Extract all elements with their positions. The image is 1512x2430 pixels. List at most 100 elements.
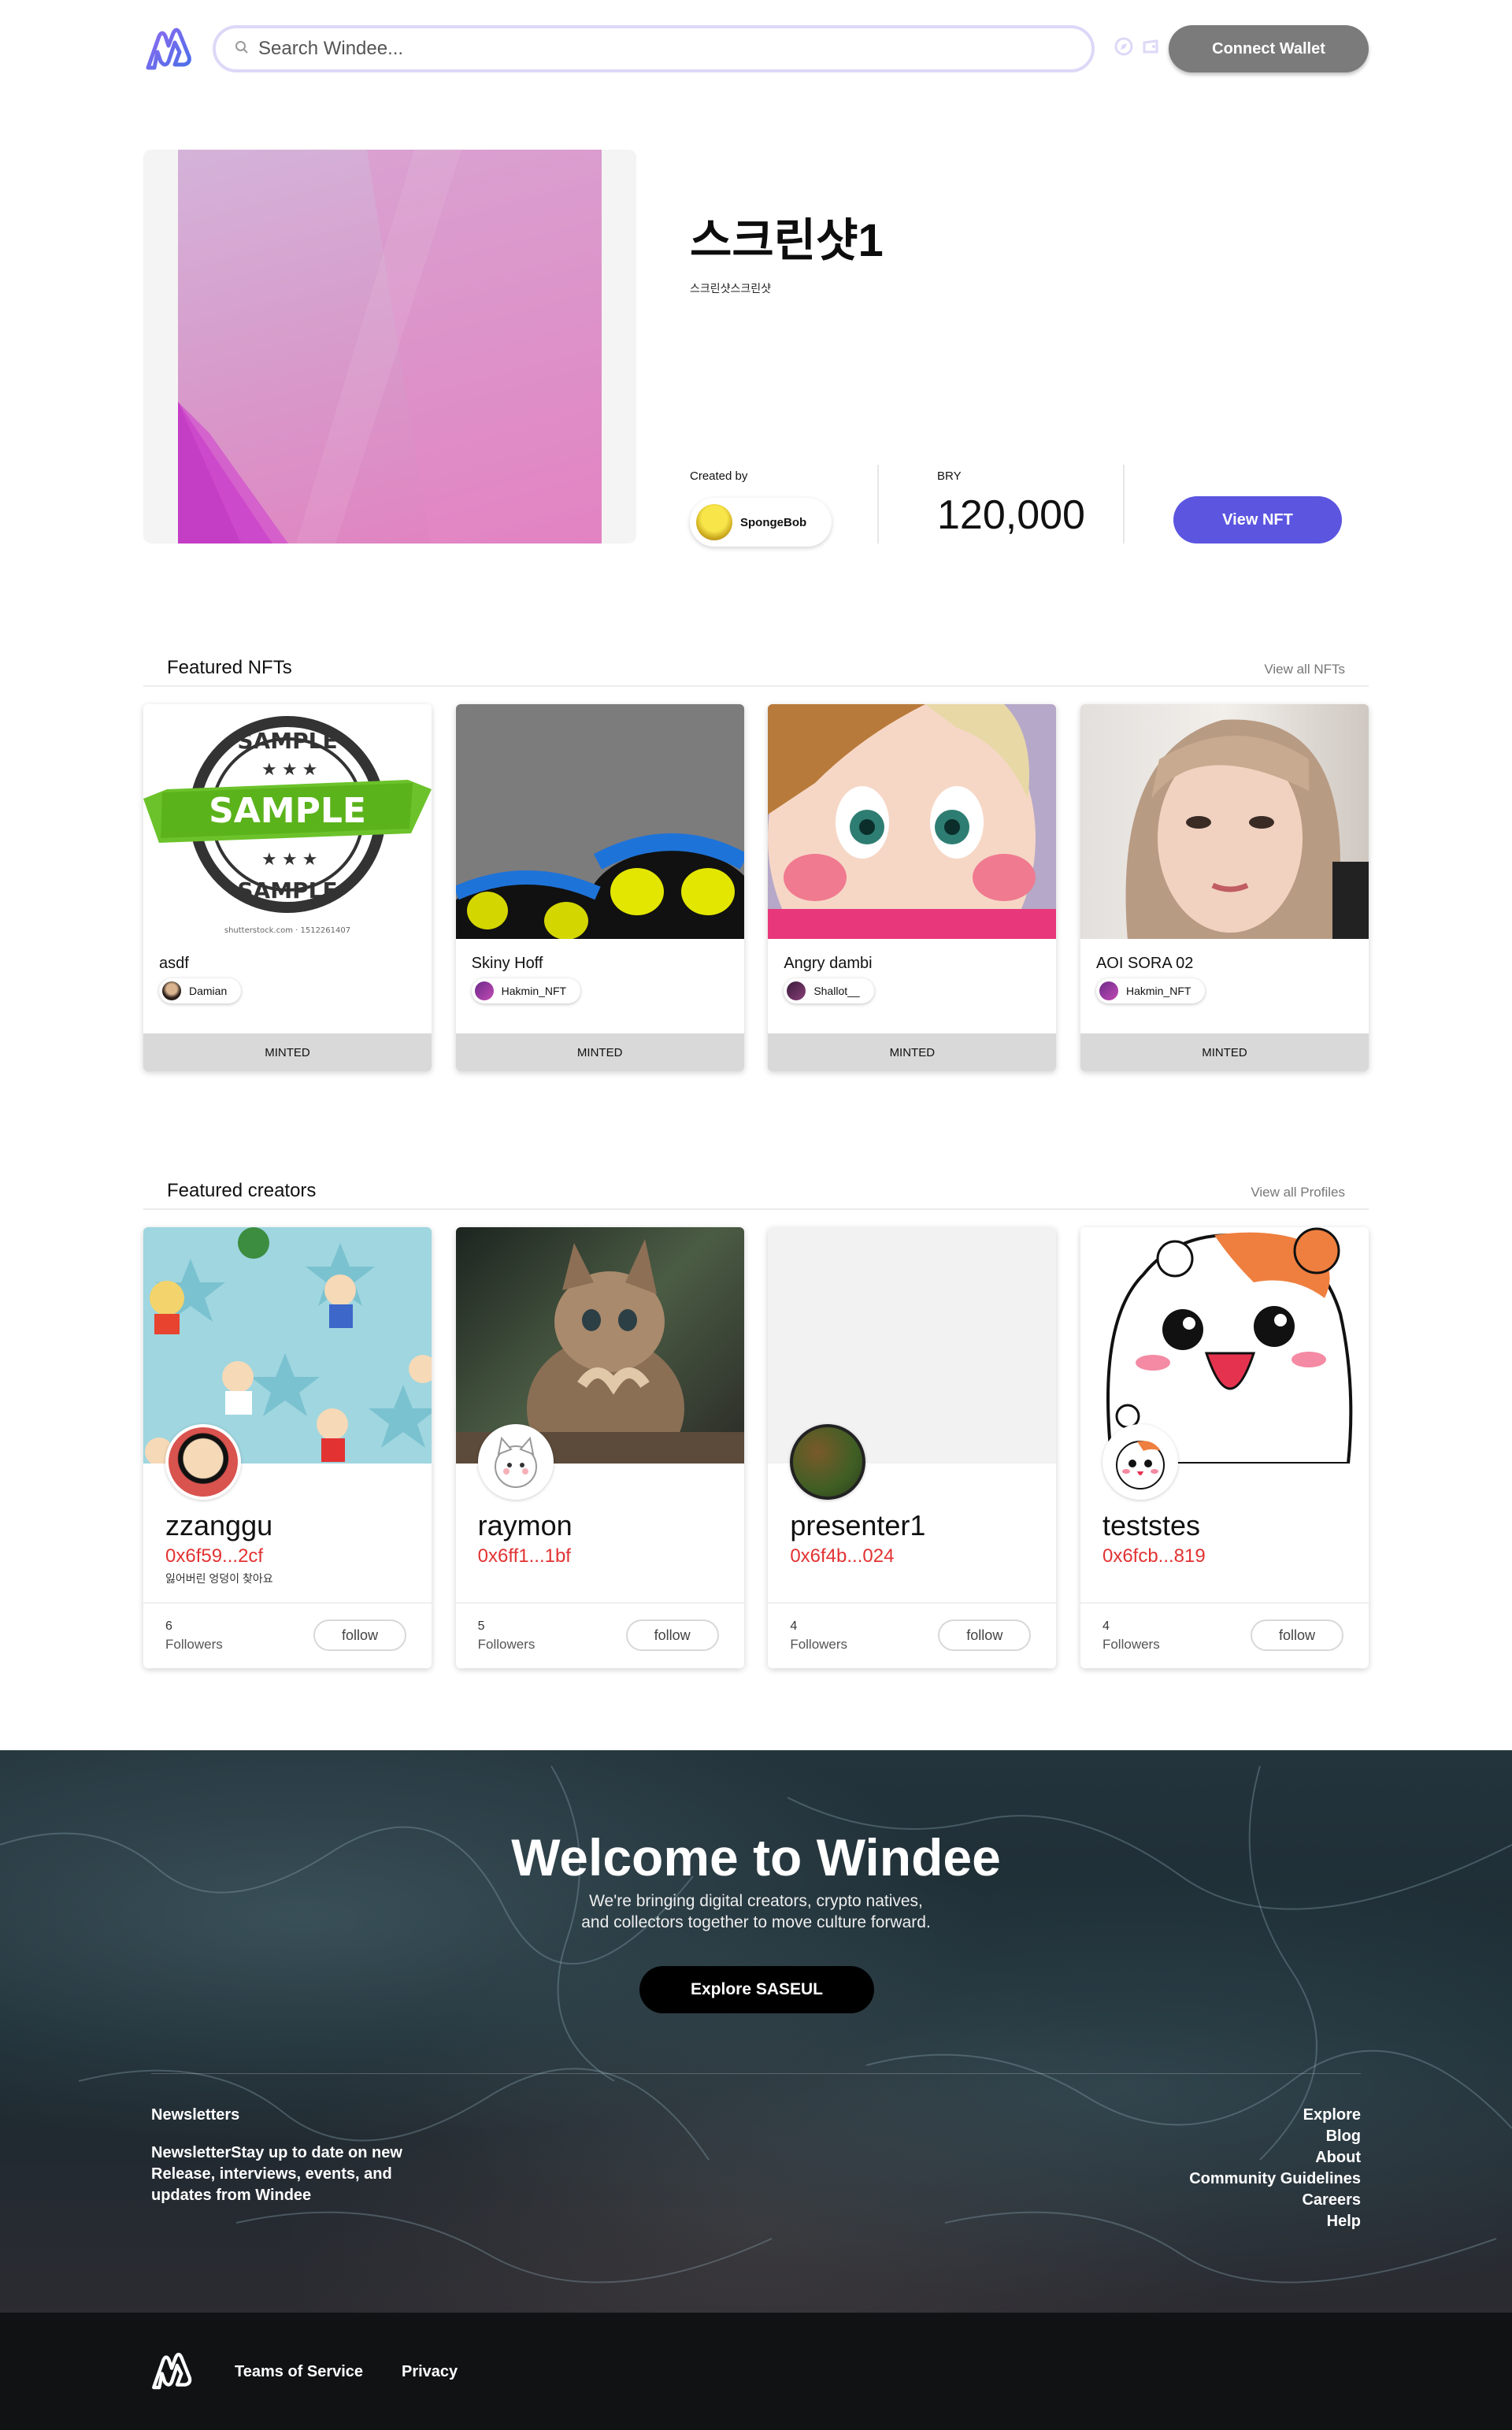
owner-avatar	[787, 981, 806, 1000]
connect-wallet-button[interactable]: Connect Wallet	[1169, 25, 1369, 72]
stamp-top-text: SAMPLE	[237, 728, 337, 754]
footer-links: Explore Blog About Community Guidelines …	[1189, 2106, 1361, 2230]
nft-card[interactable]: Skiny Hoff Hakmin_NFT MINTED	[455, 704, 744, 1071]
owner-pill[interactable]: Hakmin_NFT	[1095, 978, 1206, 1004]
nft-image	[1080, 704, 1369, 939]
minted-status[interactable]: MINTED	[1080, 1033, 1369, 1071]
card-divider	[1080, 1602, 1369, 1604]
creator-avatar[interactable]	[477, 1424, 554, 1500]
search-bar[interactable]	[213, 25, 1095, 72]
wallet-icon[interactable]	[1140, 36, 1161, 61]
footer-link-blog[interactable]: Blog	[1189, 2128, 1361, 2145]
creator-pill[interactable]: SpongeBob	[690, 498, 832, 547]
svg-text:★ ★ ★: ★ ★ ★	[261, 849, 317, 869]
nft-name: asdf	[159, 955, 189, 972]
windee-logo-icon[interactable]	[143, 24, 194, 74]
followers-count: 5	[477, 1619, 485, 1633]
minted-status[interactable]: MINTED	[768, 1033, 1057, 1071]
view-nft-button[interactable]: View NFT	[1173, 496, 1342, 544]
featured-nfts-section: Featured NFTs View all NFTs SAMPLE SAMPL…	[143, 651, 1369, 1071]
hero-art-frame	[143, 150, 636, 544]
footer-link-community-guidelines[interactable]: Community Guidelines	[1189, 2170, 1361, 2187]
nft-card[interactable]: SAMPLE SAMPLE ★ ★ ★ ★ ★ ★ SAMPLE shutter…	[143, 704, 432, 1071]
creator-avatar[interactable]	[1102, 1424, 1178, 1500]
owner-pill[interactable]: Hakmin_NFT	[471, 978, 581, 1004]
footer-link-careers[interactable]: Careers	[1189, 2191, 1361, 2209]
newsletter-title: Newsletters	[151, 2106, 240, 2124]
creator-card[interactable]: teststes 0x6fcb...819 4 Followers follow	[1080, 1227, 1369, 1668]
wallet-address[interactable]: 0x6fcb...819	[1102, 1545, 1206, 1567]
creator-bio: 잃어버린 엉덩이 찾아요	[165, 1572, 273, 1585]
nft-description: 스크린샷스크린샷	[690, 282, 772, 295]
creator-avatar[interactable]	[165, 1424, 241, 1500]
creator-card[interactable]: raymon 0x6ff1...1bf 5 Followers follow	[455, 1227, 744, 1668]
creator-name: SpongeBob	[740, 515, 807, 529]
owner-pill[interactable]: Shallot__	[784, 978, 874, 1004]
nft-image	[768, 704, 1057, 939]
wallet-address[interactable]: 0x6f4b...024	[790, 1545, 894, 1567]
card-divider	[455, 1602, 744, 1604]
creator-avatar	[696, 504, 732, 540]
created-by-label: Created by	[690, 469, 748, 483]
section-header: Featured creators View all Profiles	[143, 1174, 1369, 1210]
newsletter-text: NewsletterStay up to date on new Release…	[151, 2144, 402, 2204]
view-all-nfts-link[interactable]: View all NFTs	[1264, 662, 1345, 677]
featured-creators-section: Featured creators View all Profiles zzan…	[143, 1174, 1369, 1668]
footer-link-about[interactable]: About	[1189, 2149, 1361, 2166]
followers-count: 6	[165, 1619, 172, 1633]
owner-avatar	[162, 981, 181, 1000]
section-title: Featured NFTs	[167, 657, 292, 678]
search-icon	[235, 40, 249, 58]
top-header: Connect Wallet	[143, 0, 1369, 98]
followers-label: Followers	[1102, 1637, 1160, 1652]
followers-label: Followers	[165, 1637, 223, 1652]
card-divider	[768, 1602, 1057, 1604]
search-input[interactable]	[258, 38, 1030, 60]
section-title: Featured creators	[167, 1180, 317, 1201]
hero-nft-image[interactable]	[178, 150, 602, 544]
footer-link-explore[interactable]: Explore	[1189, 2106, 1361, 2124]
card-divider	[143, 1602, 432, 1604]
creator-avatar[interactable]	[790, 1424, 866, 1500]
nft-card[interactable]: AOI SORA 02 Hakmin_NFT MINTED	[1080, 704, 1369, 1071]
svg-text:★ ★ ★: ★ ★ ★	[261, 759, 317, 779]
follow-button[interactable]: follow	[313, 1619, 406, 1651]
welcome-section: Welcome to Windee We're bringing digital…	[0, 1750, 1512, 2313]
wallet-address[interactable]: 0x6ff1...1bf	[478, 1545, 571, 1567]
nft-image: SAMPLE SAMPLE ★ ★ ★ ★ ★ ★ SAMPLE shutter…	[143, 704, 432, 939]
view-all-profiles-link[interactable]: View all Profiles	[1251, 1185, 1345, 1200]
welcome-line-2: and collectors together to move culture …	[581, 1913, 931, 1931]
meta-divider	[877, 465, 879, 544]
creator-name: presenter1	[790, 1509, 926, 1541]
follow-button[interactable]: follow	[625, 1619, 719, 1651]
followers-count: 4	[790, 1619, 798, 1633]
owner-pill[interactable]: Damian	[159, 978, 242, 1004]
creator-card[interactable]: presenter1 0x6f4b...024 4 Followers foll…	[768, 1227, 1057, 1668]
windee-logo-icon[interactable]	[150, 2349, 194, 2398]
bottom-bar: Teams of Service Privacy	[0, 2313, 1512, 2430]
footer-link-help[interactable]: Help	[1189, 2213, 1361, 2230]
currency-label: BRY	[937, 469, 962, 483]
nft-name: AOI SORA 02	[1095, 955, 1194, 972]
privacy-link[interactable]: Privacy	[402, 2363, 458, 2381]
nft-card[interactable]: Angry dambi Shallot__ MINTED	[768, 704, 1057, 1071]
owner-name: Shallot__	[813, 985, 860, 997]
minted-status[interactable]: MINTED	[143, 1033, 432, 1071]
owner-name: Hakmin_NFT	[1125, 985, 1191, 997]
wallet-address[interactable]: 0x6f59...2cf	[165, 1545, 263, 1567]
minted-status[interactable]: MINTED	[455, 1033, 744, 1071]
compass-icon[interactable]	[1114, 36, 1134, 61]
creator-name: teststes	[1102, 1509, 1201, 1541]
nft-title: 스크린샷1	[690, 215, 884, 266]
meta-divider	[1123, 465, 1125, 544]
owner-avatar	[474, 981, 494, 1000]
welcome-title: Welcome to Windee	[511, 1828, 1001, 1886]
terms-of-service-link[interactable]: Teams of Service	[235, 2363, 363, 2381]
follow-button[interactable]: follow	[938, 1619, 1032, 1651]
explore-saseul-button[interactable]: Explore SASEUL	[639, 1966, 874, 2013]
creator-card[interactable]: zzanggu 0x6f59...2cf 잃어버린 엉덩이 찾아요 6 Foll…	[143, 1227, 432, 1668]
follow-button[interactable]: follow	[1250, 1619, 1343, 1651]
welcome-line-1: We're bringing digital creators, crypto …	[589, 1892, 923, 1910]
footer-divider	[151, 2073, 1361, 2074]
creator-name: zzanggu	[165, 1509, 273, 1541]
